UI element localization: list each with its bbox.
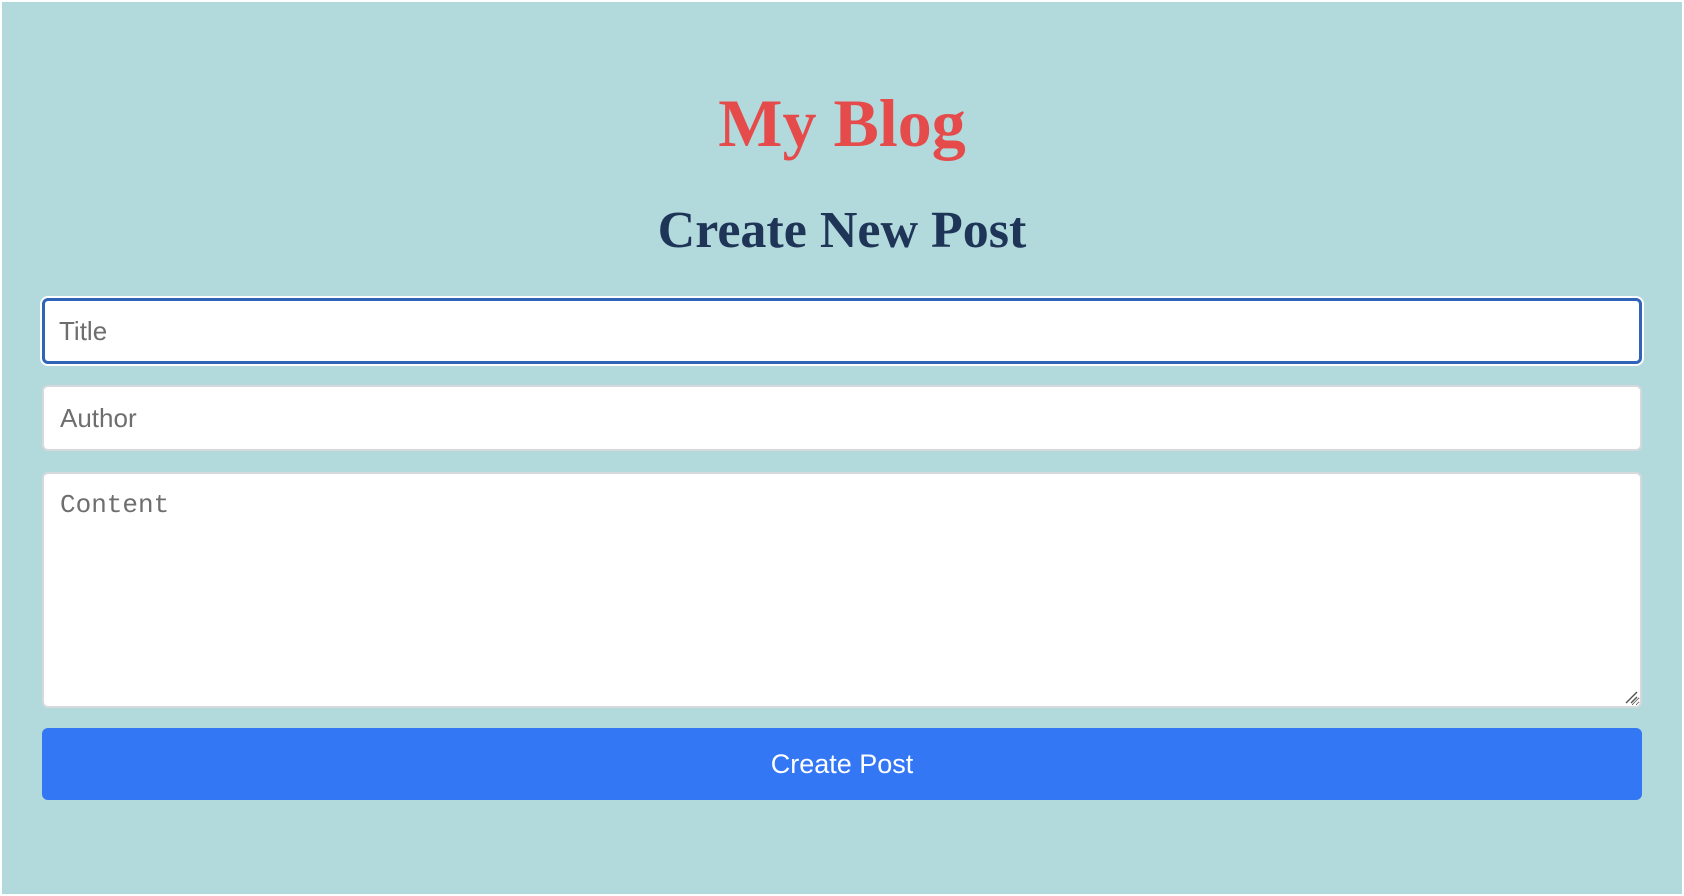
create-post-button[interactable]: Create Post xyxy=(42,728,1642,800)
title-input[interactable] xyxy=(42,298,1642,364)
content-textarea[interactable] xyxy=(42,472,1642,708)
page-background: My Blog Create New Post Create Post xyxy=(2,2,1682,894)
create-post-heading: Create New Post xyxy=(657,202,1027,259)
blog-title: My Blog xyxy=(718,85,966,161)
author-input[interactable] xyxy=(42,385,1642,451)
